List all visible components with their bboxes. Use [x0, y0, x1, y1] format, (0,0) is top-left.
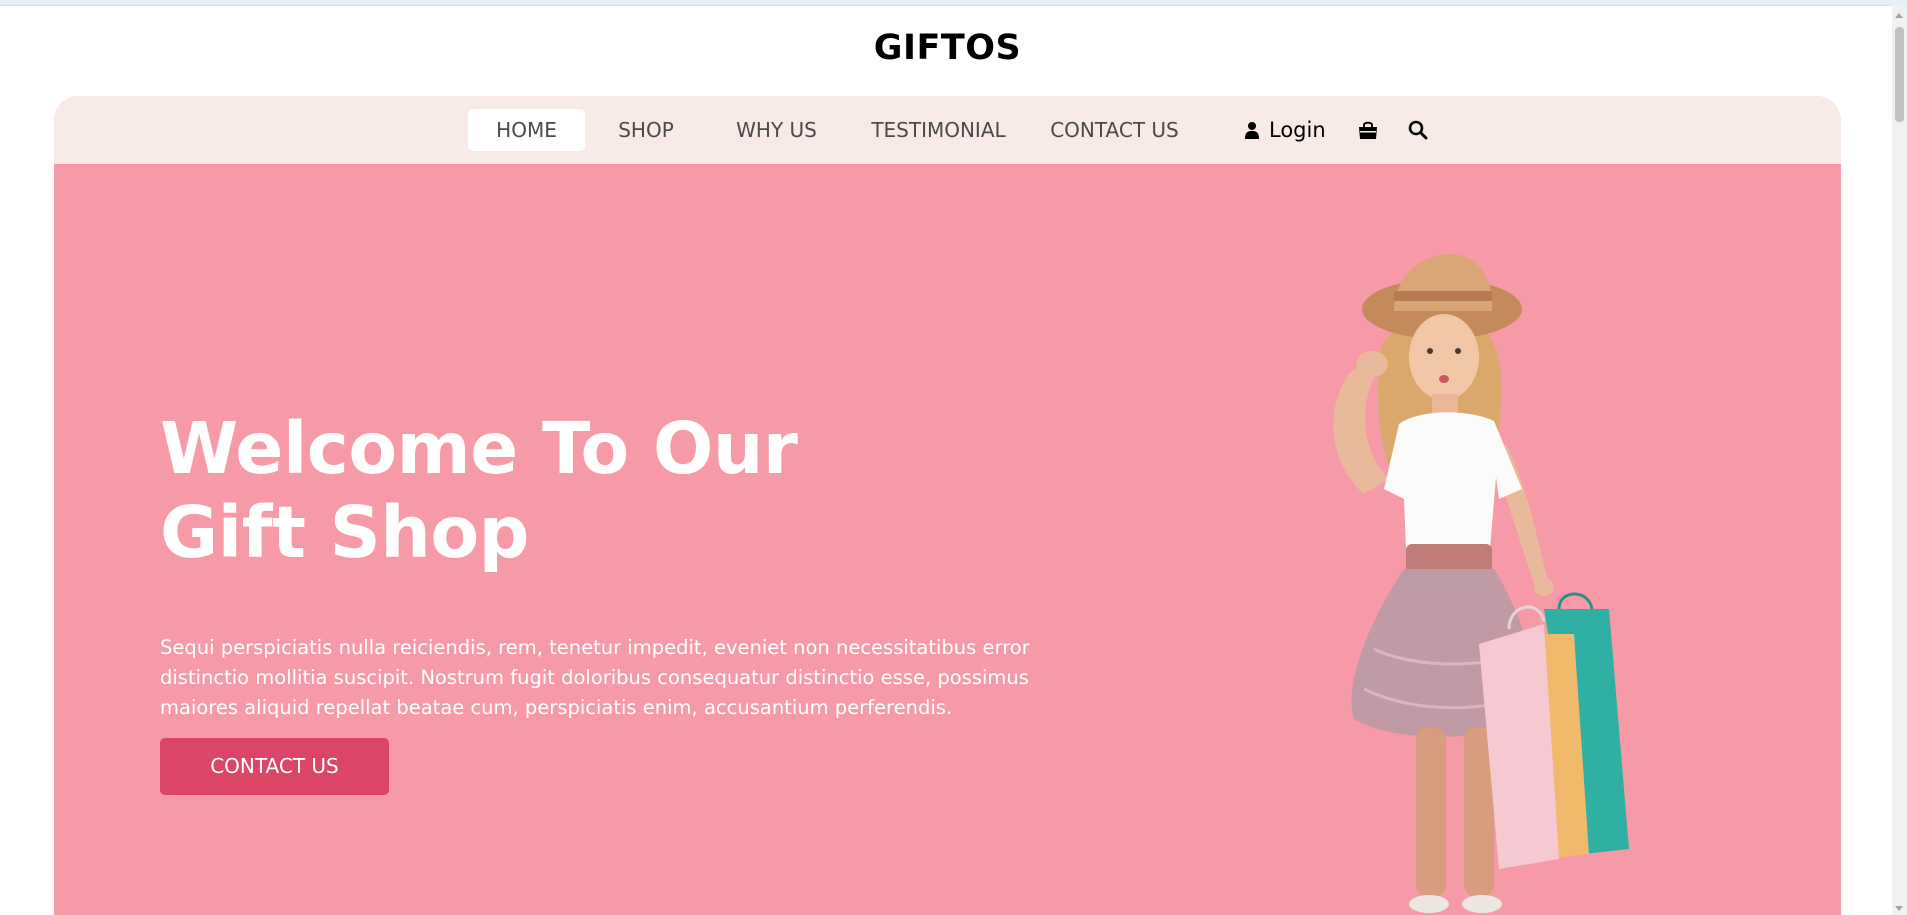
login-link[interactable]: Login: [1245, 109, 1326, 151]
vertical-scrollbar[interactable]: [1892, 5, 1907, 915]
nav-item-home[interactable]: HOME: [468, 109, 585, 151]
scroll-down-icon[interactable]: [1895, 906, 1903, 911]
user-icon: [1245, 122, 1259, 139]
hero-image-girl-with-shopping-bags: [1333, 254, 1629, 913]
nav-item-shop[interactable]: SHOP: [607, 109, 685, 151]
scroll-thumb[interactable]: [1895, 27, 1904, 122]
scroll-up-icon[interactable]: [1895, 13, 1903, 18]
brand-logo[interactable]: GIFTOS: [0, 28, 1895, 68]
hero-title-line-2: Gift Shop: [160, 491, 529, 574]
hero-description: Sequi perspiciatis nulla reiciendis, rem…: [160, 636, 1030, 719]
hero-title-line-1: Welcome To Our: [160, 407, 798, 490]
nav-item-why-us[interactable]: WHY US: [719, 109, 834, 151]
hero-title: Welcome To Our Gift Shop: [160, 407, 798, 575]
hero-section: Welcome To Our Gift Shop Sequi perspicia…: [54, 164, 1841, 915]
login-label: Login: [1269, 118, 1326, 142]
browser-top-edge: [0, 0, 1907, 6]
search-icon[interactable]: [1405, 117, 1431, 143]
main-container: HOME SHOP WHY US TESTIMONIAL CONTACT US …: [54, 96, 1841, 915]
navbar: HOME SHOP WHY US TESTIMONIAL CONTACT US …: [54, 96, 1841, 164]
page: GIFTOS HOME SHOP WHY US TESTIMONIAL CONT…: [0, 0, 1907, 915]
shopping-bag-icon[interactable]: [1355, 117, 1381, 143]
nav-item-contact-us[interactable]: CONTACT US: [1042, 109, 1187, 151]
contact-us-button[interactable]: CONTACT US: [160, 738, 389, 795]
nav-item-testimonial[interactable]: TESTIMONIAL: [866, 109, 1011, 151]
